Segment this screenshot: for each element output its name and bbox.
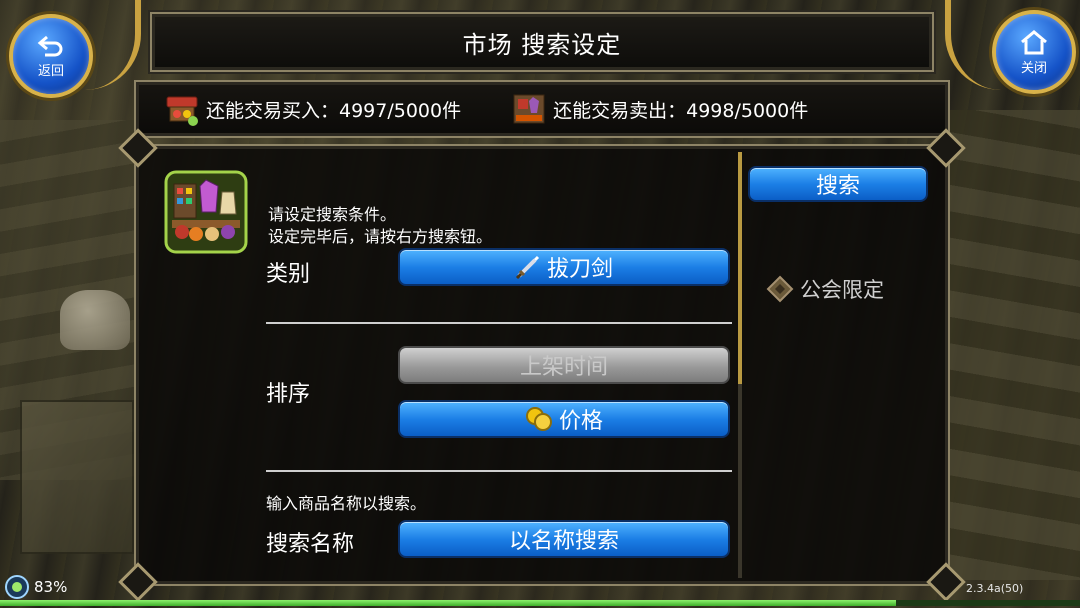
guild-only-label: 公会限定 (800, 278, 884, 302)
sell-limit-text: 还能交易卖出：4998/5000件 (553, 99, 809, 122)
close-button-label: 关闭 (1020, 60, 1047, 76)
guild-only-toggle[interactable]: 公会限定 (766, 274, 884, 304)
home-icon (1021, 29, 1047, 54)
scrollbar-thumb[interactable] (738, 152, 742, 384)
progress-bar (0, 600, 1080, 606)
battery-percent: 83% (34, 578, 68, 596)
background-sack (60, 290, 130, 350)
sort-by-price-button[interactable]: 价格 (398, 400, 730, 438)
panel-corner (118, 562, 158, 602)
back-button[interactable]: 返回 (9, 14, 93, 98)
sort-label: 排序 (266, 382, 311, 407)
section-divider (266, 322, 732, 324)
buy-limit-text: 还能交易买入：4997/5000件 (206, 99, 462, 122)
frame-ornament-left (85, 0, 141, 90)
search-by-name-label: 以名称搜索 (508, 529, 619, 554)
search-button-label: 搜索 (815, 174, 860, 199)
market-stall-large-icon (164, 170, 248, 254)
energy-orb-icon (5, 575, 29, 599)
page-title: 市场 搜索设定 (462, 30, 622, 59)
sell-limit: 还能交易卖出：4998/5000件 (511, 91, 808, 127)
background-crate (20, 400, 134, 554)
scrollbar[interactable] (738, 152, 742, 578)
search-name-label: 搜索名称 (266, 532, 355, 557)
category-value: 拔刀剑 (546, 257, 613, 282)
market-stall-icon (513, 94, 545, 124)
section-divider (266, 470, 732, 472)
sort-price-label: 价格 (558, 409, 603, 434)
panel-corner (926, 562, 966, 602)
sort-by-listing-time-button[interactable]: 上架时间 (398, 346, 730, 384)
progress-fill (0, 600, 897, 606)
title-bar: 市场 搜索设定 (150, 12, 934, 72)
sort-listing-time-label: 上架时间 (519, 355, 608, 380)
close-button[interactable]: 关闭 (992, 10, 1076, 94)
background-wood-left (0, 120, 140, 480)
battery-status: 83% (4, 574, 67, 600)
trade-limit-bar: 还能交易买入：4997/5000件 还能交易卖出：4998/5000件 (134, 80, 950, 138)
category-select-button[interactable]: 拔刀剑 (398, 248, 730, 286)
diamond-icon (766, 275, 794, 303)
back-arrow-icon (37, 35, 63, 56)
search-instructions: 请设定搜索条件。 设定完毕后，请按右方搜索钮。 (268, 204, 492, 248)
background-wood-right (945, 110, 1080, 580)
instruction-line-1: 请设定搜索条件。 (268, 205, 397, 224)
buy-limit: 还能交易买入：4997/5000件 (164, 91, 461, 127)
sword-icon (515, 255, 540, 280)
search-settings-panel: 请设定搜索条件。 设定完毕后，请按右方搜索钮。 类别 拔刀剑 排序 上架时间 价… (118, 128, 966, 602)
search-by-name-button[interactable]: 以名称搜索 (398, 520, 730, 558)
name-search-instruction: 输入商品名称以搜索。 (266, 494, 427, 513)
back-button-label: 返回 (37, 63, 64, 79)
version-label: 2.3.4a(50) (966, 582, 1024, 595)
search-button[interactable]: 搜索 (748, 166, 928, 202)
category-label: 类别 (266, 262, 311, 287)
market-basket-icon (166, 96, 198, 126)
instruction-line-2: 设定完毕后，请按右方搜索钮。 (268, 227, 493, 246)
coins-icon (525, 407, 552, 431)
